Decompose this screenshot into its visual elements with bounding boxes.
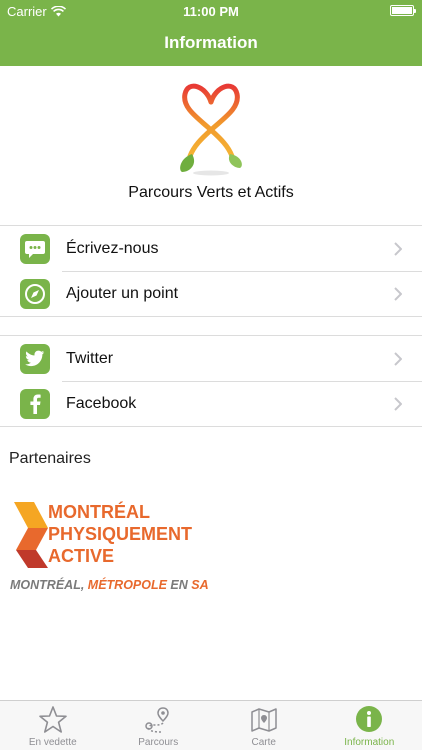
battery-icon [390, 5, 416, 16]
add-point-label: Ajouter un point [66, 284, 179, 302]
add-point-row[interactable]: Ajouter un point [0, 271, 422, 316]
tab-bar: En vedette Parcours Carte Information [0, 700, 422, 750]
tab-en-vedette[interactable]: En vedette [0, 701, 106, 750]
chevron-right-icon [394, 351, 402, 366]
partner-tagline-part1: MONTRÉAL, [10, 577, 88, 592]
info-icon [356, 706, 383, 732]
navigation-header: Carrier 11:00 PM Information [0, 0, 422, 66]
partner-line3: ACTIVE [48, 546, 114, 566]
chevron-right-icon [394, 241, 402, 256]
partner-line1: MONTRÉAL [48, 501, 150, 522]
chat-icon [20, 233, 50, 264]
tab-parcours[interactable]: Parcours [106, 701, 212, 750]
app-name: Parcours Verts et Actifs [128, 184, 294, 201]
tab-information[interactable]: Information [317, 701, 422, 750]
write-us-row[interactable]: Écrivez-nous [0, 226, 422, 271]
facebook-icon [20, 388, 50, 419]
app-logo [180, 83, 242, 176]
chevron-right-icon [394, 286, 402, 301]
partners-title: Partenaires [9, 450, 91, 467]
partner-line2: PHYSIQUEMENT [48, 524, 192, 544]
tab-label: Carte [251, 737, 276, 748]
tab-label: Parcours [138, 737, 179, 748]
status-time: 11:00 PM [183, 4, 239, 19]
write-us-label: Écrivez-nous [66, 239, 159, 257]
tab-label: En vedette [28, 737, 77, 748]
social-group: Twitter Facebook [0, 335, 422, 427]
star-icon [38, 706, 67, 733]
partner-tagline-part3: EN [167, 578, 191, 592]
twitter-icon [20, 343, 50, 374]
facebook-row[interactable]: Facebook [0, 381, 422, 426]
partner-logo-montreal-physiquement-active[interactable]: MONTRÉAL PHYSIQUEMENT ACTIVE MONTRÉAL, M… [8, 498, 234, 594]
tab-label: Information [344, 737, 395, 748]
chevron-right-icon [394, 396, 402, 411]
route-icon [145, 707, 170, 733]
partner-tagline-part2: MÉTROPOLE [88, 577, 168, 592]
status-bar: Carrier 11:00 PM [0, 0, 422, 22]
contact-group: Écrivez-nous Ajouter un point [0, 225, 422, 317]
map-icon [251, 708, 277, 732]
facebook-label: Facebook [66, 394, 137, 412]
tab-carte[interactable]: Carte [211, 701, 317, 750]
compass-icon [20, 278, 50, 309]
svg-text:MONTRÉAL, MÉTROPOLE EN SANTÉ: MONTRÉAL, MÉTROPOLE EN SANTÉ [10, 577, 208, 592]
page-title: Information [164, 33, 258, 52]
twitter-row[interactable]: Twitter [0, 336, 422, 381]
battery-fill [392, 7, 412, 14]
twitter-label: Twitter [66, 349, 114, 367]
partner-tagline-part4: SANTÉ [191, 577, 208, 592]
